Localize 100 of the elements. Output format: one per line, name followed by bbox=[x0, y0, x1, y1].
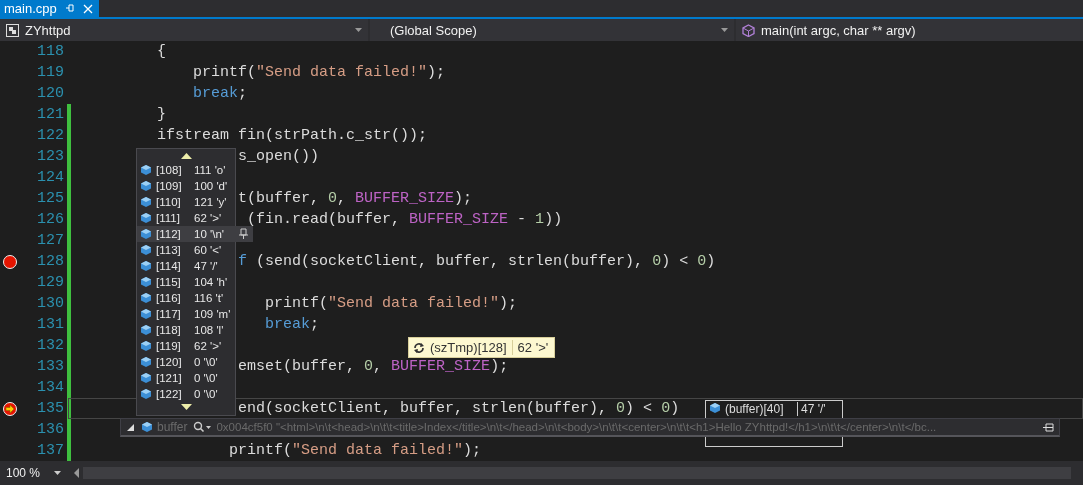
line-number: 128 bbox=[36, 252, 64, 272]
scroll-down-icon bbox=[180, 404, 192, 410]
item-value: 109 'm' bbox=[193, 308, 231, 320]
array-item[interactable]: [114] 47 '/' bbox=[137, 258, 235, 274]
pin-icon bbox=[238, 228, 249, 240]
scope-dropdown[interactable]: main(int argc, char ** argv) bbox=[736, 19, 1083, 41]
line-number: 130 bbox=[36, 294, 64, 314]
search-icon bbox=[193, 421, 212, 433]
item-value: 10 '\n' bbox=[193, 228, 224, 240]
line-number: 119 bbox=[36, 63, 64, 83]
code-line: { bbox=[157, 43, 167, 60]
line-number: 118 bbox=[36, 42, 64, 62]
cube-icon bbox=[140, 244, 152, 256]
tooltip-name: (szTmp)[128] bbox=[430, 340, 507, 355]
code-line: } bbox=[157, 106, 167, 123]
item-index: [114] bbox=[156, 260, 182, 272]
item-value: 0 '\0' bbox=[193, 372, 218, 384]
scroll-up-icon bbox=[180, 153, 192, 159]
line-number: 123 bbox=[36, 147, 64, 167]
line-number: 132 bbox=[36, 336, 64, 356]
array-item[interactable]: [110] 121 'y' bbox=[137, 194, 235, 210]
scope-dropdown[interactable]: (Global Scope) bbox=[370, 19, 734, 41]
line-number: 131 bbox=[36, 315, 64, 335]
item-value: 104 'h' bbox=[193, 276, 228, 288]
caret-icon bbox=[355, 28, 362, 32]
zoom-dropdown[interactable]: 100 % bbox=[0, 464, 66, 482]
item-index: [118] bbox=[156, 324, 182, 336]
array-item[interactable]: [119] 62 '>' bbox=[137, 338, 235, 354]
array-item[interactable]: [120] 0 '\0' bbox=[137, 354, 235, 370]
array-item[interactable]: [109] 100 'd' bbox=[137, 178, 235, 194]
item-index: [115] bbox=[156, 276, 182, 288]
cube-icon bbox=[140, 180, 152, 192]
cube-icon bbox=[140, 388, 152, 400]
cube-icon bbox=[140, 356, 152, 368]
cube-icon bbox=[140, 292, 152, 304]
cube-icon bbox=[140, 164, 152, 176]
item-value: 0 '\0' bbox=[193, 388, 218, 400]
tooltip-value: 62 '>' bbox=[511, 340, 549, 355]
item-value: 116 't' bbox=[193, 292, 224, 304]
scroll-left-icon bbox=[74, 468, 79, 478]
code-line: printf("Send data failed!"); bbox=[229, 442, 482, 459]
item-index: [112] bbox=[156, 228, 182, 240]
cube-icon bbox=[140, 308, 152, 320]
item-index: [113] bbox=[156, 244, 182, 256]
line-number: 124 bbox=[36, 168, 64, 188]
code-line: break; bbox=[193, 85, 248, 102]
item-value: 121 'y' bbox=[193, 196, 227, 208]
pin-icon bbox=[1042, 421, 1054, 433]
code-line: emset(buffer, 0, BUFFER_SIZE); bbox=[238, 358, 509, 375]
item-value: 100 'd' bbox=[193, 180, 228, 192]
array-item[interactable]: [112] 10 '\n' bbox=[137, 226, 253, 242]
array-item[interactable]: [111] 62 '>' bbox=[137, 210, 235, 226]
array-item[interactable]: [108] 111 'o' bbox=[137, 162, 235, 178]
scope-dropdown[interactable]: ZYhttpd bbox=[0, 19, 368, 41]
array-item[interactable]: [113] 60 '<' bbox=[137, 242, 235, 258]
item-index: [110] bbox=[156, 196, 182, 208]
code-line: printf("Send data failed!"); bbox=[265, 295, 518, 312]
item-index: [117] bbox=[156, 308, 182, 320]
cube-icon bbox=[140, 260, 152, 272]
item-index: [111] bbox=[156, 212, 181, 224]
array-item[interactable]: [122] 0 '\0' bbox=[137, 386, 235, 402]
caret-icon bbox=[54, 471, 62, 475]
code-line: end(socketClient, buffer, strlen(buffer), 0) < 0) bbox=[238, 400, 680, 417]
pin-icon bbox=[64, 3, 75, 14]
code-line: printf("Send data failed!"); bbox=[193, 64, 446, 81]
line-number: 137 bbox=[36, 441, 64, 461]
item-value: 62 '>' bbox=[193, 340, 222, 352]
line-number: 120 bbox=[36, 84, 64, 104]
item-value: 60 '<' bbox=[193, 244, 222, 256]
code-line: ifstream fin(strPath.c_str()); bbox=[157, 127, 428, 144]
code-line: t(buffer, 0, BUFFER_SIZE); bbox=[238, 190, 473, 207]
code-line: (fin.read(buffer, BUFFER_SIZE - 1)) bbox=[247, 211, 563, 228]
line-number: 133 bbox=[36, 357, 64, 377]
array-item[interactable]: [115] 104 'h' bbox=[137, 274, 235, 290]
item-value: 111 'o' bbox=[193, 164, 226, 176]
code-line: break; bbox=[265, 316, 320, 333]
line-number: 125 bbox=[36, 189, 64, 209]
tooltip-name: (buffer)[40] bbox=[725, 402, 785, 416]
cube-icon bbox=[140, 340, 152, 352]
array-item[interactable]: [116] 116 't' bbox=[137, 290, 235, 306]
line-number: 134 bbox=[36, 378, 64, 398]
item-index: [122] bbox=[156, 388, 183, 400]
cube-icon bbox=[140, 196, 152, 208]
item-value: 47 '/' bbox=[193, 260, 218, 272]
cube-icon bbox=[141, 421, 153, 433]
item-value: 0 '\0' bbox=[193, 356, 218, 368]
array-item[interactable]: [118] 108 'l' bbox=[137, 322, 235, 338]
item-index: [109] bbox=[156, 180, 183, 192]
file-tab[interactable]: main.cpp bbox=[0, 0, 99, 17]
refresh-icon bbox=[413, 341, 425, 354]
array-item[interactable]: [117] 109 'm' bbox=[137, 306, 235, 322]
expand-icon bbox=[127, 423, 134, 431]
project-icon bbox=[6, 23, 19, 37]
cube-icon bbox=[140, 212, 152, 224]
item-index: [120] bbox=[156, 356, 183, 368]
line-number: 136 bbox=[36, 420, 64, 440]
line-number: 121 bbox=[36, 105, 64, 125]
item-value: 62 '>' bbox=[193, 212, 222, 224]
array-item[interactable]: [121] 0 '\0' bbox=[137, 370, 235, 386]
cube-icon bbox=[742, 23, 755, 37]
